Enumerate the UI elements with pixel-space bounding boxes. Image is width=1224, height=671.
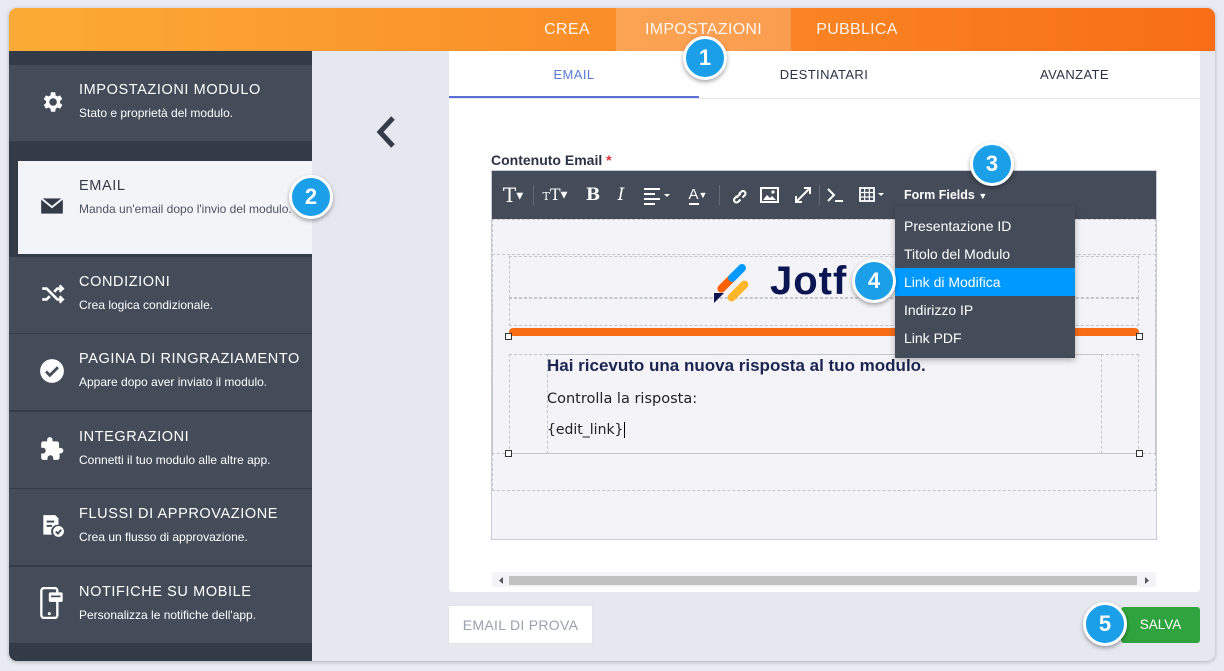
italic-icon[interactable]: I [614, 171, 628, 219]
scroll-left-icon[interactable] [496, 573, 506, 588]
chevron-left-icon[interactable] [373, 114, 399, 150]
text-color-icon[interactable]: A▼ [683, 171, 713, 219]
puzzle-icon [41, 437, 64, 460]
sidebar-item-title: CONDIZIONI [79, 274, 171, 290]
sidebar-item-email[interactable]: EMAIL Manda un'email dopo l'invio del mo… [18, 161, 312, 254]
sidebar-item-subtitle: Manda un'email dopo l'invio del modulo. [79, 202, 292, 216]
sidebar-item-subtitle: Stato e proprietà del modulo. [79, 106, 234, 120]
tab-destinatari[interactable]: DESTINATARI [699, 51, 949, 99]
top-navigation-bar: CREA IMPOSTAZIONI PUBBLICA [9, 8, 1215, 51]
menu-item-link-pdf[interactable]: Link PDF [895, 324, 1075, 352]
mobile-notification-icon [40, 587, 63, 619]
callout-badge-3: 3 [970, 142, 1014, 186]
horizontal-scrollbar[interactable] [492, 572, 1156, 587]
text-cursor [624, 422, 626, 438]
font-size-icon[interactable]: TT▼ [538, 171, 572, 219]
resize-handle[interactable] [1136, 333, 1143, 340]
sidebar-item-pagina-ringraziamento[interactable]: PAGINA DI RINGRAZIAMENTO Appare dopo ave… [9, 334, 312, 410]
required-mark: * [606, 152, 612, 168]
align-icon[interactable] [640, 171, 674, 219]
sidebar-item-subtitle: Crea un flusso di approvazione. [79, 530, 248, 544]
app-window: CREA IMPOSTAZIONI PUBBLICA IMPOSTAZIONI … [9, 8, 1215, 661]
chevron-down-icon: ▼ [978, 191, 988, 201]
sidebar-item-flussi-approvazione[interactable]: FLUSSI DI APPROVAZIONE Crea un flusso di… [9, 489, 312, 565]
edit-link-placeholder[interactable]: {edit_link} [547, 422, 626, 438]
sidebar-item-condizioni[interactable]: CONDIZIONI Crea logica condizionale. [9, 257, 312, 333]
resize-handle[interactable] [505, 333, 512, 340]
envelope-icon [40, 197, 64, 214]
sidebar-item-integrazioni[interactable]: INTEGRAZIONI Connetti il tuo modulo alle… [9, 412, 312, 488]
tab-avanzate[interactable]: AVANZATE [949, 51, 1200, 99]
sidebar-item-subtitle: Connetti il tuo modulo alle altre app. [79, 453, 271, 467]
sidebar-item-title: PAGINA DI RINGRAZIAMENTO [79, 351, 300, 367]
email-content-label: Contenuto Email * [491, 152, 612, 168]
test-email-button[interactable]: EMAIL DI PROVA [448, 605, 593, 644]
sidebar-item-impostazioni-modulo[interactable]: IMPOSTAZIONI MODULO Stato e proprietà de… [9, 65, 312, 141]
form-fields-label: Form Fields [904, 188, 975, 202]
callout-badge-2: 2 [289, 175, 333, 219]
sidebar-item-title: EMAIL [79, 178, 126, 194]
callout-badge-5: 5 [1083, 602, 1127, 646]
shuffle-icon [42, 284, 65, 304]
check-circle-icon [40, 359, 64, 383]
code-icon[interactable] [824, 171, 846, 219]
callout-badge-4: 4 [852, 259, 896, 303]
tabs-divider [449, 98, 1200, 99]
menu-item-indirizzo-ip[interactable]: Indirizzo IP [895, 296, 1075, 324]
resize-handle[interactable] [505, 450, 512, 457]
sidebar-item-title: IMPOSTAZIONI MODULO [79, 82, 261, 98]
bold-icon[interactable]: B [585, 171, 601, 219]
toolbar-separator [533, 185, 534, 205]
tab-pubblica[interactable]: PUBBLICA [791, 8, 923, 51]
label-text: Contenuto Email [491, 152, 603, 168]
menu-item-presentazione-id[interactable]: Presentazione ID [895, 212, 1075, 240]
scrollbar-thumb[interactable] [509, 576, 1137, 585]
form-fields-menu: Presentazione ID Titolo del Modulo Link … [895, 206, 1075, 358]
toolbar-separator [719, 185, 720, 205]
menu-item-link-modifica[interactable]: Link di Modifica [895, 268, 1075, 296]
tab-crea[interactable]: CREA [516, 8, 618, 51]
table-icon[interactable] [856, 171, 888, 219]
approval-document-icon [43, 515, 64, 537]
image-icon[interactable] [758, 171, 782, 219]
email-heading[interactable]: Hai ricevuto una nuova risposta al tuo m… [547, 356, 926, 376]
save-button[interactable]: SALVA [1121, 607, 1200, 643]
scroll-right-icon[interactable] [1142, 573, 1152, 588]
sidebar-item-notifiche-mobile[interactable]: NOTIFICHE SU MOBILE Personalizza le noti… [9, 567, 312, 643]
font-family-icon[interactable]: T▼ [498, 171, 528, 219]
resize-handle[interactable] [1136, 450, 1143, 457]
menu-item-titolo-modulo[interactable]: Titolo del Modulo [895, 240, 1075, 268]
tab-email[interactable]: EMAIL [449, 51, 699, 99]
sidebar-item-title: NOTIFICHE SU MOBILE [79, 584, 252, 600]
sidebar-item-title: FLUSSI DI APPROVAZIONE [79, 506, 279, 522]
callout-badge-1: 1 [683, 36, 727, 80]
settings-sidebar: IMPOSTAZIONI MODULO Stato e proprietà de… [9, 51, 312, 661]
gear-icon [43, 92, 63, 112]
edit-link-text: {edit_link} [547, 422, 624, 438]
toolbar-separator [819, 185, 820, 205]
sidebar-item-subtitle: Personalizza le notifiche dell'app. [79, 608, 257, 622]
email-settings-panel: EMAIL DESTINATARI AVANZATE Contenuto Ema… [449, 51, 1200, 592]
link-icon[interactable] [726, 171, 750, 219]
sidebar-item-subtitle: Appare dopo aver inviato il modulo. [79, 375, 268, 389]
fullscreen-icon[interactable] [792, 171, 814, 219]
email-body-line[interactable]: Controlla la risposta: [547, 391, 697, 407]
sidebar-item-subtitle: Crea logica condizionale. [79, 298, 214, 312]
logo-wordmark: Jotf [770, 259, 848, 303]
sidebar-item-title: INTEGRAZIONI [79, 429, 190, 445]
